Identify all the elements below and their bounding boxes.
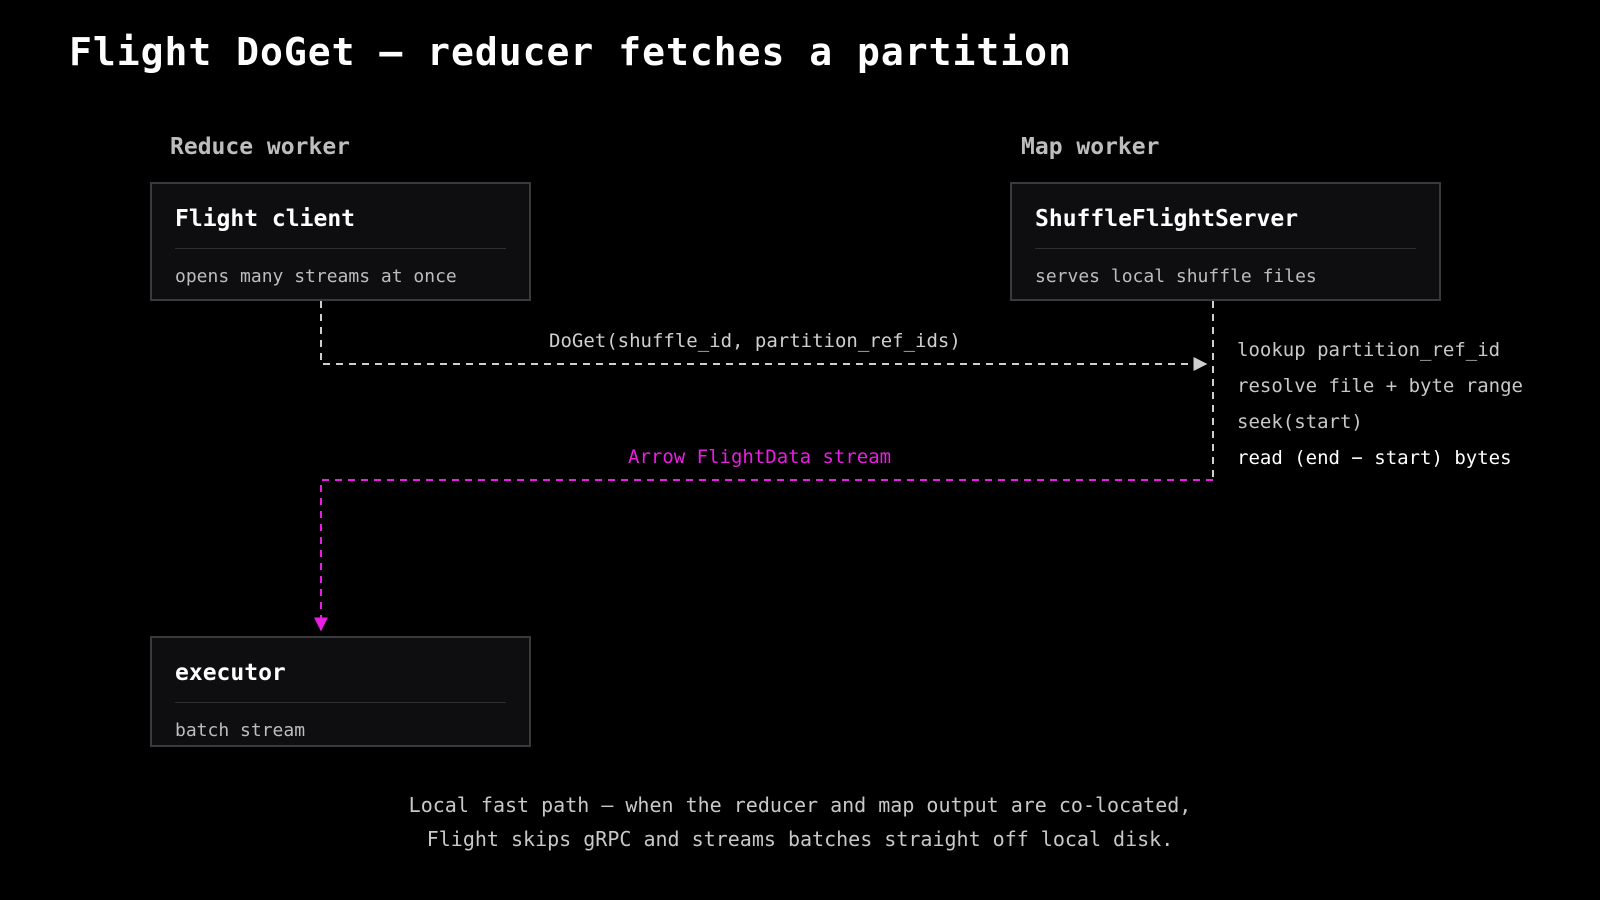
- server-step-highlighted: read (end − start) bytes: [1237, 447, 1512, 469]
- response-message-label: Arrow FlightData stream: [628, 446, 892, 468]
- flight-client-node: Flight client opens many streams at once: [150, 182, 531, 301]
- footer-caption: Local fast path — when the reducer and m…: [0, 788, 1600, 856]
- shuffle-flight-server-divider: [1035, 248, 1416, 249]
- request-message-label: DoGet(shuffle_id, partition_ref_ids): [549, 330, 961, 352]
- flight-client-title: Flight client: [175, 206, 356, 232]
- server-step: lookup partition_ref_id: [1237, 339, 1501, 361]
- server-step: resolve file + byte range: [1237, 375, 1523, 397]
- server-step: seek(start): [1237, 411, 1363, 433]
- flight-client-subtitle: opens many streams at once: [175, 266, 457, 287]
- shuffle-flight-server-subtitle: serves local shuffle files: [1035, 266, 1317, 287]
- executor-node: executor batch stream: [150, 636, 531, 747]
- shuffle-flight-server-node: ShuffleFlightServer serves local shuffle…: [1010, 182, 1441, 301]
- response-stream-connector: [314, 479, 1213, 632]
- footer-line-1: Local fast path — when the reducer and m…: [408, 793, 1192, 817]
- executor-title: executor: [175, 660, 286, 686]
- footer-line-2: Flight skips gRPC and streams batches st…: [426, 827, 1174, 851]
- executor-divider: [175, 702, 506, 703]
- server-steps-list: lookup partition_ref_id resolve file + b…: [1237, 332, 1523, 476]
- flight-client-divider: [175, 248, 506, 249]
- shuffle-flight-server-title: ShuffleFlightServer: [1035, 206, 1299, 232]
- executor-subtitle: batch stream: [175, 720, 306, 741]
